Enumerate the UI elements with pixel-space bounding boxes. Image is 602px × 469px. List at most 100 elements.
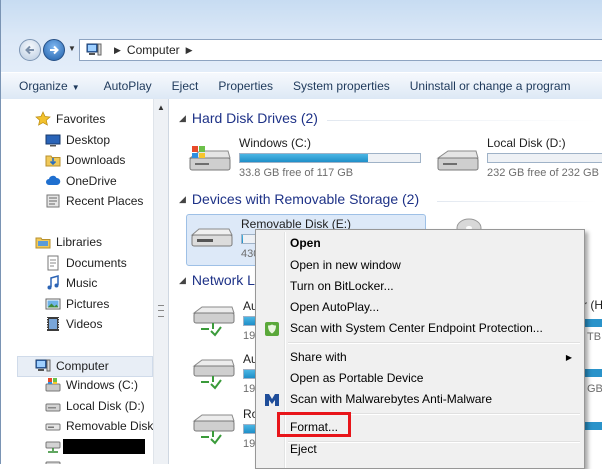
menu-separator bbox=[288, 342, 580, 344]
redacted-label bbox=[63, 439, 145, 454]
menu-share-with[interactable]: Share with ▶ bbox=[258, 347, 582, 368]
nav-onedrive[interactable]: OneDrive bbox=[45, 171, 117, 191]
nav-windows-c[interactable]: Windows (C:) bbox=[45, 375, 138, 395]
drive-local-d[interactable]: Local Disk (D:) 232 GB free of 232 GB bbox=[435, 136, 602, 182]
drive-c-free-space: 33.8 GB free of 117 GB bbox=[239, 167, 354, 179]
nav-music-label: Music bbox=[66, 276, 98, 290]
collapse-arrow-icon[interactable]: ◢ bbox=[179, 194, 186, 205]
system-properties-button[interactable]: System properties bbox=[283, 74, 400, 98]
organize-button[interactable]: Organize ▼ bbox=[1, 74, 90, 98]
command-bar: Organize ▼ AutoPlay Eject Properties Syst… bbox=[1, 72, 602, 100]
collapse-arrow-icon[interactable]: ◢ bbox=[179, 113, 186, 124]
nav-computer-label: Computer bbox=[56, 359, 109, 373]
malwarebytes-icon bbox=[265, 394, 279, 406]
autoplay-button[interactable]: AutoPlay bbox=[90, 74, 162, 98]
menu-open-autoplay[interactable]: Open AutoPlay... bbox=[258, 297, 582, 318]
nav-local-d[interactable]: Local Disk (D:) bbox=[45, 396, 145, 416]
downloads-folder-icon bbox=[45, 155, 61, 167]
hard-drive-icon bbox=[436, 150, 479, 171]
network-drive-icon bbox=[45, 441, 61, 453]
drive-c-usage-fill bbox=[240, 154, 368, 162]
nav-computer[interactable]: Computer bbox=[35, 356, 109, 376]
nav-documents-label: Documents bbox=[66, 256, 127, 270]
group-hard-disk-drives[interactable]: ◢ Hard Disk Drives (2) bbox=[179, 110, 318, 126]
star-icon bbox=[35, 111, 51, 126]
nav-network-drive[interactable] bbox=[45, 456, 66, 464]
nav-recent-places[interactable]: Recent Places bbox=[45, 191, 143, 211]
group-network-locations[interactable]: ◢ Network L bbox=[179, 272, 255, 288]
address-bar[interactable]: ▶ Computer ▶ bbox=[79, 39, 602, 61]
navigation-bar: ▼ ▶ Computer ▶ bbox=[15, 38, 602, 66]
nav-desktop[interactable]: Desktop bbox=[45, 130, 110, 150]
network-drive-right-bar-2 bbox=[585, 369, 602, 377]
documents-icon bbox=[47, 255, 59, 271]
drive-windows-c[interactable]: Windows (C:) 33.8 GB free of 117 GB bbox=[187, 136, 427, 182]
nav-documents[interactable]: Documents bbox=[45, 253, 127, 273]
network-drive-icon bbox=[192, 414, 235, 445]
network-drive-1[interactable]: Au 19. bbox=[191, 299, 261, 345]
group-removable-storage[interactable]: ◢ Devices with Removable Storage (2) bbox=[179, 191, 419, 207]
nav-videos-label: Videos bbox=[66, 317, 103, 331]
menu-open-portable-device[interactable]: Open as Portable Device bbox=[258, 368, 582, 389]
drive-c-usage-bar bbox=[239, 153, 421, 163]
forward-button[interactable] bbox=[43, 39, 65, 61]
network-drive-icon bbox=[45, 461, 61, 464]
menu-eject[interactable]: Eject bbox=[258, 439, 582, 460]
breadcrumb-chevron-icon[interactable]: ▶ bbox=[186, 45, 193, 56]
collapse-arrow-icon[interactable]: ◢ bbox=[179, 275, 186, 286]
eject-button[interactable]: Eject bbox=[162, 74, 209, 98]
menu-open-new-window[interactable]: Open in new window bbox=[258, 255, 582, 276]
group-network-label: Network L bbox=[191, 272, 255, 288]
nav-pictures[interactable]: Pictures bbox=[45, 294, 109, 314]
network-drive-right-size: TB bbox=[587, 331, 602, 343]
group-removable-label: Devices with Removable Storage (2) bbox=[191, 191, 420, 207]
recent-pages-dropdown-icon[interactable]: ▼ bbox=[68, 44, 76, 54]
windows-drive-icon bbox=[188, 146, 231, 171]
nav-downloads[interactable]: Downloads bbox=[45, 150, 125, 170]
removable-drive-icon bbox=[190, 228, 233, 247]
hard-drive-icon bbox=[45, 403, 61, 412]
scrollbar-grip[interactable] bbox=[158, 305, 164, 317]
nav-removable-e[interactable]: Removable Disk bbox=[45, 416, 153, 436]
navigation-pane-scrollbar[interactable]: ▲ bbox=[153, 99, 169, 464]
drive-d-name: Local Disk (D:) bbox=[487, 136, 566, 150]
drive-e-usage-fill bbox=[242, 235, 243, 243]
nav-favorites[interactable]: Favorites bbox=[35, 109, 105, 129]
menu-open[interactable]: Open bbox=[258, 233, 582, 254]
menu-share-with-label: Share with bbox=[290, 350, 347, 364]
network-drive-3[interactable]: Ro 19. bbox=[191, 407, 261, 453]
nav-desktop-label: Desktop bbox=[66, 133, 111, 147]
breadcrumb-computer[interactable]: Computer bbox=[127, 43, 180, 57]
menu-turn-on-bitlocker[interactable]: Turn on BitLocker... bbox=[258, 276, 582, 297]
scroll-up-arrow-icon[interactable]: ▲ bbox=[157, 103, 165, 112]
cloud-icon bbox=[46, 175, 61, 185]
nav-local-d-label: Local Disk (D:) bbox=[66, 399, 145, 413]
uninstall-program-button[interactable]: Uninstall or change a program bbox=[400, 74, 581, 98]
menu-scan-malwarebytes-label: Scan with Malwarebytes Anti-Malware bbox=[290, 392, 493, 406]
menu-scan-endpoint[interactable]: Scan with System Center Endpoint Protect… bbox=[258, 318, 582, 339]
computer-icon bbox=[35, 359, 51, 372]
nav-videos[interactable]: Videos bbox=[45, 314, 102, 334]
desktop-icon bbox=[45, 134, 61, 147]
nav-libraries[interactable]: Libraries bbox=[35, 232, 102, 252]
network-drive-2[interactable]: Au 19. bbox=[191, 352, 261, 398]
menu-scan-malwarebytes[interactable]: Scan with Malwarebytes Anti-Malware bbox=[258, 389, 582, 410]
network-drive-icon bbox=[192, 306, 235, 337]
computer-icon bbox=[86, 43, 102, 56]
videos-icon bbox=[47, 317, 59, 331]
properties-button[interactable]: Properties bbox=[208, 74, 283, 98]
libraries-icon bbox=[35, 237, 51, 249]
music-note-icon bbox=[47, 275, 59, 290]
back-button[interactable] bbox=[19, 39, 41, 61]
nav-music[interactable]: Music bbox=[45, 273, 97, 293]
group-hdd-label: Hard Disk Drives (2) bbox=[191, 110, 318, 126]
arrow-left-icon bbox=[25, 45, 34, 55]
windows-drive-icon bbox=[45, 378, 61, 392]
chevron-down-icon: ▼ bbox=[71, 83, 80, 92]
arrow-right-icon bbox=[50, 45, 59, 55]
navigation-pane: Favorites Desktop Downloads OneDrive Rec… bbox=[1, 99, 153, 464]
breadcrumb-chevron-icon: ▶ bbox=[114, 44, 121, 55]
network-drive-icon bbox=[192, 359, 235, 390]
dvd-drive-icon[interactable] bbox=[455, 216, 483, 230]
nav-downloads-label: Downloads bbox=[66, 153, 126, 167]
